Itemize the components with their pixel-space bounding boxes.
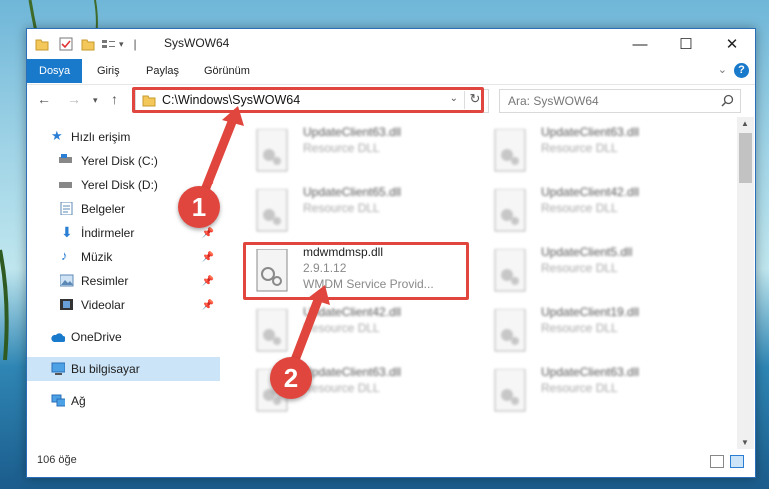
tab-file[interactable]: Dosya xyxy=(27,59,83,83)
search-input[interactable]: Ara: SysWOW64 xyxy=(499,89,741,113)
download-icon: ⬇ xyxy=(61,224,73,240)
minimize-button[interactable]: — xyxy=(617,29,663,59)
pin-icon[interactable]: 📌 xyxy=(202,252,214,263)
scroll-up-icon[interactable]: ▲ xyxy=(741,119,749,128)
customize-toolbar-icon[interactable]: ▾ xyxy=(119,39,124,50)
sidebar-item-videos[interactable]: Videolar 📌 xyxy=(27,293,220,317)
file-explorer-window: ▾ | SysWOW64 — ☐ ✕ Dosya Giriş Paylaş Gö… xyxy=(26,28,756,478)
videos-icon xyxy=(60,299,73,310)
sidebar-item-quick-access[interactable]: ★ Hızlı erişim xyxy=(27,125,220,149)
address-highlight xyxy=(132,87,484,113)
details-view-icon[interactable] xyxy=(710,455,724,468)
forward-button[interactable]: → xyxy=(67,91,81,107)
item-count: 106 öğe xyxy=(37,454,77,466)
sidebar-item-music[interactable]: ♪ Müzik 📌 xyxy=(27,245,220,269)
quick-access-toolbar: ▾ | xyxy=(35,36,137,52)
file-tile[interactable]: UpdateClient42.dll Resource DLL xyxy=(239,303,469,357)
file-tile[interactable]: UpdateClient63.dll Resource DLL xyxy=(477,363,707,417)
navigation-pane: ★ Hızlı erişim Yerel Disk (C:) Yerel Dis… xyxy=(27,117,220,447)
properties-icon[interactable] xyxy=(59,37,73,51)
drive-icon xyxy=(59,154,72,163)
sidebar-item-network[interactable]: Ağ xyxy=(27,389,220,413)
toolbar-divider: | xyxy=(133,37,137,51)
close-button[interactable]: ✕ xyxy=(709,29,755,59)
maximize-button[interactable]: ☐ xyxy=(663,29,709,59)
sidebar-item-this-pc[interactable]: Bu bilgisayar xyxy=(27,357,220,381)
sidebar-item-pictures[interactable]: Resimler 📌 xyxy=(27,269,220,293)
step-marker-2: 2 xyxy=(270,357,312,399)
help-icon[interactable]: ? xyxy=(734,63,749,78)
tab-view[interactable]: Görünüm xyxy=(204,59,250,83)
navigation-bar: ← → ▾ ↑ C:\Windows\SysWOW64 ⌄ ↻ Ara: Sys… xyxy=(27,84,755,117)
dll-file-icon xyxy=(494,369,526,412)
file-tile[interactable]: UpdateClient65.dll Resource DLL xyxy=(239,183,469,237)
sidebar-item-disk-c[interactable]: Yerel Disk (C:) xyxy=(27,149,220,173)
dll-file-icon xyxy=(256,309,288,352)
dll-file-icon xyxy=(256,189,288,232)
expand-ribbon-icon[interactable]: ⌄ xyxy=(718,63,727,76)
dll-file-icon xyxy=(494,309,526,352)
step-marker-1: 1 xyxy=(178,186,220,228)
pictures-icon xyxy=(60,274,74,287)
cloud-icon xyxy=(51,333,65,342)
tab-share[interactable]: Paylaş xyxy=(146,59,179,83)
title-bar: ▾ | SysWOW64 — ☐ ✕ xyxy=(27,29,755,59)
ribbon-tabs: Dosya Giriş Paylaş Görünüm ⌄ ? xyxy=(27,59,755,83)
star-icon: ★ xyxy=(51,128,63,143)
dll-file-icon xyxy=(494,129,526,172)
status-bar: 106 öğe xyxy=(27,449,755,476)
tiles-view-icon[interactable] xyxy=(730,455,744,468)
file-tile[interactable]: UpdateClient42.dll Resource DLL xyxy=(477,183,707,237)
tab-home[interactable]: Giriş xyxy=(97,59,120,83)
back-button[interactable]: ← xyxy=(37,91,51,107)
drive-icon xyxy=(59,182,72,188)
pin-icon[interactable]: 📌 xyxy=(202,228,214,239)
sidebar-item-onedrive[interactable]: OneDrive xyxy=(27,325,220,349)
window-title: SysWOW64 xyxy=(164,36,230,50)
new-folder-icon[interactable] xyxy=(81,38,95,51)
file-list: UpdateClient63.dll Resource DLL UpdateCl… xyxy=(229,117,737,447)
file-highlight xyxy=(243,242,469,300)
vertical-scrollbar[interactable]: ▲ ▼ xyxy=(737,117,754,449)
dll-file-icon xyxy=(494,189,526,232)
scroll-down-icon[interactable]: ▼ xyxy=(741,438,749,447)
search-placeholder: Ara: SysWOW64 xyxy=(508,94,599,108)
network-icon xyxy=(51,394,65,407)
up-button[interactable]: ↑ xyxy=(111,91,118,107)
file-tile[interactable]: UpdateClient63.dll Resource DLL xyxy=(477,123,707,177)
pin-icon[interactable]: 📌 xyxy=(202,276,214,287)
dll-file-icon xyxy=(494,249,526,292)
scrollbar-thumb[interactable] xyxy=(739,133,752,183)
documents-icon xyxy=(60,202,73,215)
computer-icon xyxy=(51,362,65,375)
pin-icon[interactable]: 📌 xyxy=(202,300,214,311)
folder-icon[interactable] xyxy=(35,38,49,51)
music-icon: ♪ xyxy=(61,248,68,263)
file-tile[interactable]: UpdateClient5.dll Resource DLL xyxy=(477,243,707,297)
dll-file-icon xyxy=(256,129,288,172)
recent-locations-icon[interactable]: ▾ xyxy=(93,95,98,106)
file-tile[interactable]: UpdateClient19.dll Resource DLL xyxy=(477,303,707,357)
file-tile[interactable]: UpdateClient63.dll Resource DLL xyxy=(239,123,469,177)
search-icon[interactable] xyxy=(721,94,734,107)
view-options-icon[interactable] xyxy=(101,38,117,51)
